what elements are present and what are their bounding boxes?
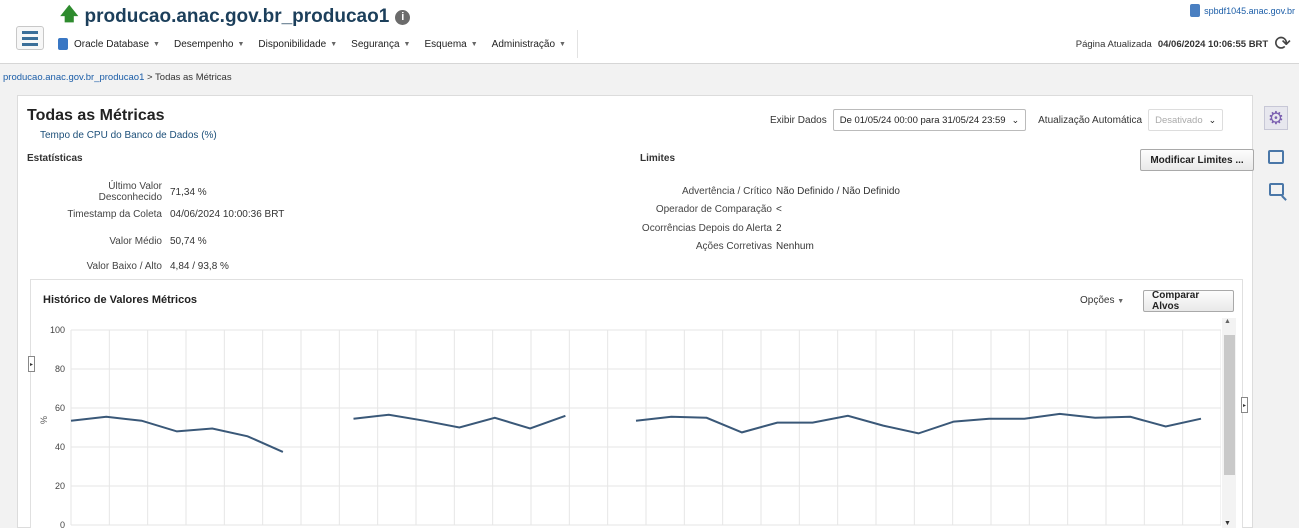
auto-refresh-value: Desativado xyxy=(1155,114,1203,126)
limit-row: Operador de Comparação < xyxy=(618,204,782,215)
menu-label: Administração xyxy=(491,38,556,50)
info-icon[interactable]: i xyxy=(395,9,411,25)
limit-row: Ocorrências Depois do Alerta 2 xyxy=(618,223,782,234)
stat-value: 50,74 % xyxy=(170,236,207,247)
refresh-icon[interactable]: ⟳ xyxy=(1274,34,1291,54)
caret-down-icon: ▼ xyxy=(470,40,478,48)
limit-row: Ações Corretivas Nenhum xyxy=(618,241,814,252)
stat-row: Timestamp da Coleta 04/06/2024 10:00:36 … xyxy=(58,209,284,220)
image-view-icon[interactable] xyxy=(1264,145,1288,169)
chart-scrollbar-thumb[interactable] xyxy=(1224,335,1235,475)
target-menu-bar: Oracle Database ▼ Desempenho ▼ Disponibi… xyxy=(58,30,578,58)
host-link[interactable]: spbdf1045.anac.gov.br xyxy=(1190,4,1295,17)
stat-value: 4,84 / 93,8 % xyxy=(170,261,229,272)
main-panel: Todas as Métricas Tempo de CPU do Banco … xyxy=(17,95,1254,528)
breadcrumb-link[interactable]: producao.anac.gov.br_producao1 xyxy=(3,72,144,83)
target-title: 🡅 producao.anac.gov.br_producao1 i xyxy=(60,2,411,32)
status-up-icon: 🡅 xyxy=(60,4,79,24)
y-tick-label: 60 xyxy=(55,403,65,413)
menu-seguranca[interactable]: Segurança ▼ xyxy=(351,39,410,50)
y-tick-label: 100 xyxy=(50,325,65,335)
scroll-down-icon[interactable]: ▼ xyxy=(1224,520,1231,527)
left-collapse-handle[interactable]: ▸ xyxy=(28,356,35,372)
caret-down-icon: ▼ xyxy=(330,40,338,48)
menu-label: Desempenho xyxy=(173,38,234,50)
stat-row: Valor Baixo / Alto 4,84 / 93,8 % xyxy=(58,261,229,272)
navigation-menu-button[interactable] xyxy=(16,26,44,50)
stat-label: Timestamp da Coleta xyxy=(67,209,162,220)
menu-oracle-database[interactable]: Oracle Database ▼ xyxy=(58,38,160,50)
page-title: Todas as Métricas xyxy=(27,107,165,124)
target-name[interactable]: producao.anac.gov.br_producao1 xyxy=(85,6,390,28)
stat-value: 04/06/2024 10:00:36 BRT xyxy=(170,209,285,220)
menu-label: Disponibilidade xyxy=(258,38,327,50)
series-line xyxy=(635,412,1202,435)
menu-label: Esquema xyxy=(424,38,467,50)
breadcrumb: producao.anac.gov.br_producao1 > Todas a… xyxy=(3,72,232,83)
right-collapse-handle[interactable]: ▸ xyxy=(1241,397,1248,413)
chevron-down-icon: ⌄ xyxy=(1011,114,1020,125)
database-icon xyxy=(1190,4,1201,17)
y-axis-label: % xyxy=(39,416,49,424)
host-name[interactable]: spbdf1045.anac.gov.br xyxy=(1204,6,1295,16)
caret-down-icon: ▼ xyxy=(237,40,245,48)
y-tick-label: 80 xyxy=(55,364,65,374)
stat-label: Valor Médio xyxy=(109,236,162,247)
view-data-value: De 01/05/24 00:00 para 31/05/24 23:59 xyxy=(839,114,1006,126)
chevron-down-icon: ⌄ xyxy=(1208,114,1217,125)
stat-value: 71,34 % xyxy=(170,186,207,198)
stat-row: Último Valor Desconhecido 71,34 % xyxy=(58,181,207,203)
view-data-control: Exibir Dados De 01/05/24 00:00 para 31/0… xyxy=(770,109,1224,131)
y-tick-label: 20 xyxy=(55,481,65,491)
search-window-icon[interactable] xyxy=(1264,177,1288,201)
metric-name: Tempo de CPU do Banco de Dados (%) xyxy=(40,130,217,141)
menu-administracao[interactable]: Administração ▼ xyxy=(492,39,566,50)
auto-refresh-label: Atualização Automática xyxy=(1038,114,1143,126)
limit-value: Não Definido / Não Definido xyxy=(776,186,900,197)
limits-heading: Limites xyxy=(640,153,676,164)
series-line xyxy=(353,413,566,430)
auto-refresh-select[interactable]: Desativado ⌄ xyxy=(1148,109,1224,131)
menu-disponibilidade[interactable]: Disponibilidade ▼ xyxy=(258,39,337,50)
scroll-up-icon[interactable]: ▲ xyxy=(1224,318,1231,325)
limit-label: Advertência / Crítico xyxy=(681,186,772,197)
menu-label: Oracle Database xyxy=(74,38,150,50)
limit-value: Nenhum xyxy=(776,241,814,252)
breadcrumb-separator: > xyxy=(144,72,156,83)
database-icon xyxy=(58,38,68,50)
stat-label: Valor Baixo / Alto xyxy=(86,261,162,272)
menu-esquema[interactable]: Esquema ▼ xyxy=(424,39,477,50)
limit-row: Advertência / Crítico Não Definido / Não… xyxy=(618,186,900,197)
menu-desempenho[interactable]: Desempenho ▼ xyxy=(174,39,244,50)
caret-down-icon: ▼ xyxy=(559,40,566,48)
header: 🡅 producao.anac.gov.br_producao1 i spbdf… xyxy=(0,0,1299,64)
metric-history-chart: Histórico de Valores Métricos Opções ▼ C… xyxy=(30,279,1243,528)
modify-limits-button[interactable]: Modificar Limites ... xyxy=(1140,149,1254,171)
stat-row: Valor Médio 50,74 % xyxy=(58,236,207,247)
limit-label: Ocorrências Depois do Alerta xyxy=(641,223,772,234)
refresh-label: Página Atualizada xyxy=(1075,38,1152,50)
view-data-select[interactable]: De 01/05/24 00:00 para 31/05/24 23:59 ⌄ xyxy=(832,109,1027,131)
caret-down-icon: ▼ xyxy=(403,40,411,48)
page-refresh-status: Página Atualizada 04/06/2024 10:06:55 BR… xyxy=(1076,34,1291,54)
view-data-label: Exibir Dados xyxy=(770,114,827,126)
breadcrumb-current: Todas as Métricas xyxy=(155,72,232,83)
y-tick-label: 0 xyxy=(60,520,65,528)
limit-label: Operador de Comparação xyxy=(655,204,772,215)
limit-value: < xyxy=(776,204,782,215)
statistics-heading: Estatísticas xyxy=(27,153,83,164)
stat-label: Último Valor Desconhecido xyxy=(98,181,162,203)
y-tick-label: 40 xyxy=(55,442,65,452)
refresh-time: 04/06/2024 10:06:55 BRT xyxy=(1157,38,1269,50)
menu-label: Segurança xyxy=(351,38,400,50)
limit-value: 2 xyxy=(776,223,782,234)
settings-gear-icon[interactable]: ⚙ xyxy=(1264,106,1288,130)
caret-down-icon: ▼ xyxy=(153,40,160,48)
line-chart: 0 20 40 60 80 100% xyxy=(39,325,1221,528)
limit-label: Ações Corretivas xyxy=(695,241,772,252)
